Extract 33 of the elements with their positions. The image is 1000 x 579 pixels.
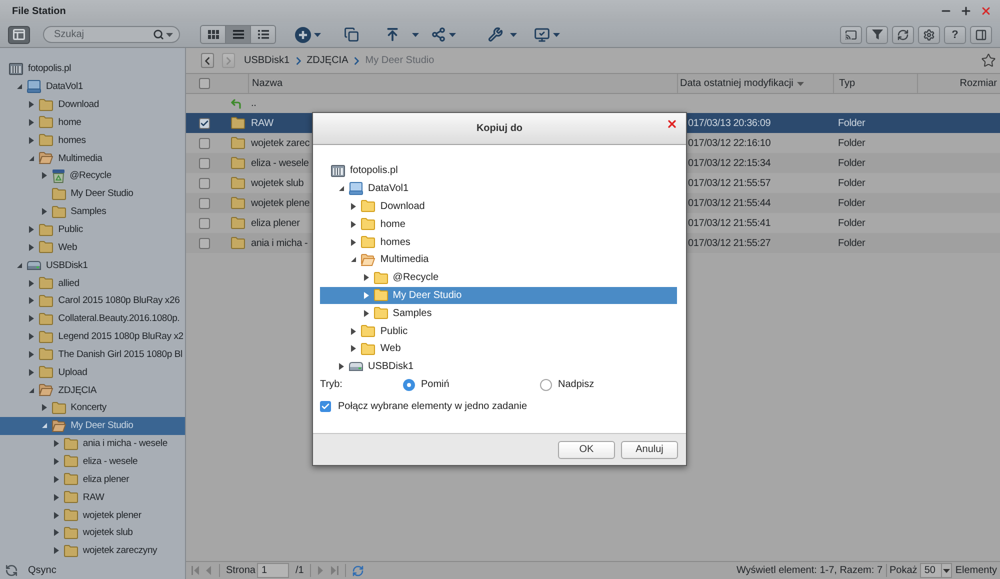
modified-date: 017/03/12 21:55:44: [688, 198, 771, 208]
file-name: eliza plener: [251, 218, 300, 228]
modified-date: 017/03/12 21:55:27: [688, 238, 771, 248]
modified-date: 017/03/12 22:16:10: [688, 138, 771, 148]
file-name: wojetek zarec: [251, 138, 310, 148]
file-name: RAW: [251, 118, 274, 128]
file-name: wojetek plene: [251, 198, 310, 208]
checkbox-label: Połącz wybrane elementy w jedno zadanie: [338, 401, 527, 412]
file-type: Folder: [838, 198, 866, 208]
window-title: File Station: [12, 6, 66, 16]
mode-label: Tryb:: [320, 379, 344, 390]
file-type: Folder: [838, 178, 866, 188]
file-type: Folder: [838, 158, 866, 168]
modified-date: 017/03/12 22:15:34: [688, 158, 771, 168]
file-type: Folder: [838, 138, 866, 148]
page-total: /1: [295, 565, 304, 576]
modified-date: 017/03/13 20:36:09: [688, 118, 771, 128]
file-type: Folder: [838, 118, 866, 128]
file-type: Folder: [838, 238, 866, 248]
file-name: eliza - wesele: [251, 158, 309, 168]
file-type: Folder: [838, 218, 866, 228]
radio-label: Pomiń: [421, 379, 450, 390]
modified-date: 017/03/12 21:55:41: [688, 218, 771, 228]
items-label: Elementy: [955, 565, 997, 576]
parent-folder-label: ..: [251, 98, 256, 109]
radio-label: Nadpisz: [558, 379, 594, 390]
page-label: Strona: [226, 565, 256, 576]
item-summary: Wyświetl element: 1-7, Razem: 7: [736, 565, 883, 576]
page-size-label: Pokaż: [890, 565, 918, 576]
file-name: wojetek slub: [251, 178, 304, 188]
dialog-title: Kopiuj do: [476, 123, 523, 134]
file-name: ania i micha -: [251, 238, 308, 248]
modified-date: 017/03/12 21:55:57: [688, 178, 771, 188]
